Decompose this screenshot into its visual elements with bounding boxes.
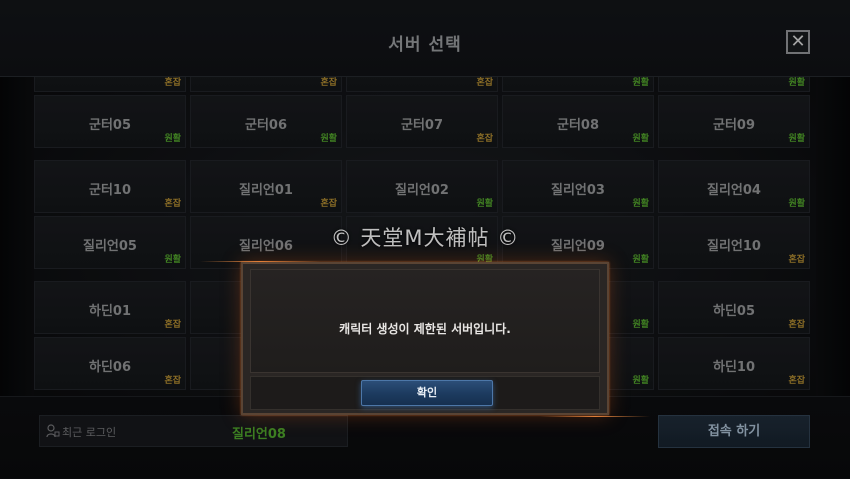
dialog-message-panel: 캐릭터 생성이 제한된 서버입니다.: [250, 269, 600, 373]
server-select-screen: 혼잡 혼잡 혼잡 원활 원활 군터05 원활 군터06 원활 군터07 혼잡 군터08 원활 군터09 원활…: [0, 0, 850, 479]
dialog-message: 캐릭터 생성이 제한된 서버입니다.: [339, 322, 511, 336]
restriction-dialog: 캐릭터 생성이 제한된 서버입니다. 확인: [241, 262, 609, 415]
dialog-glow-bottom: [540, 416, 650, 417]
dialog-button-bar: 확인: [250, 376, 600, 410]
confirm-button[interactable]: 확인: [361, 380, 493, 406]
